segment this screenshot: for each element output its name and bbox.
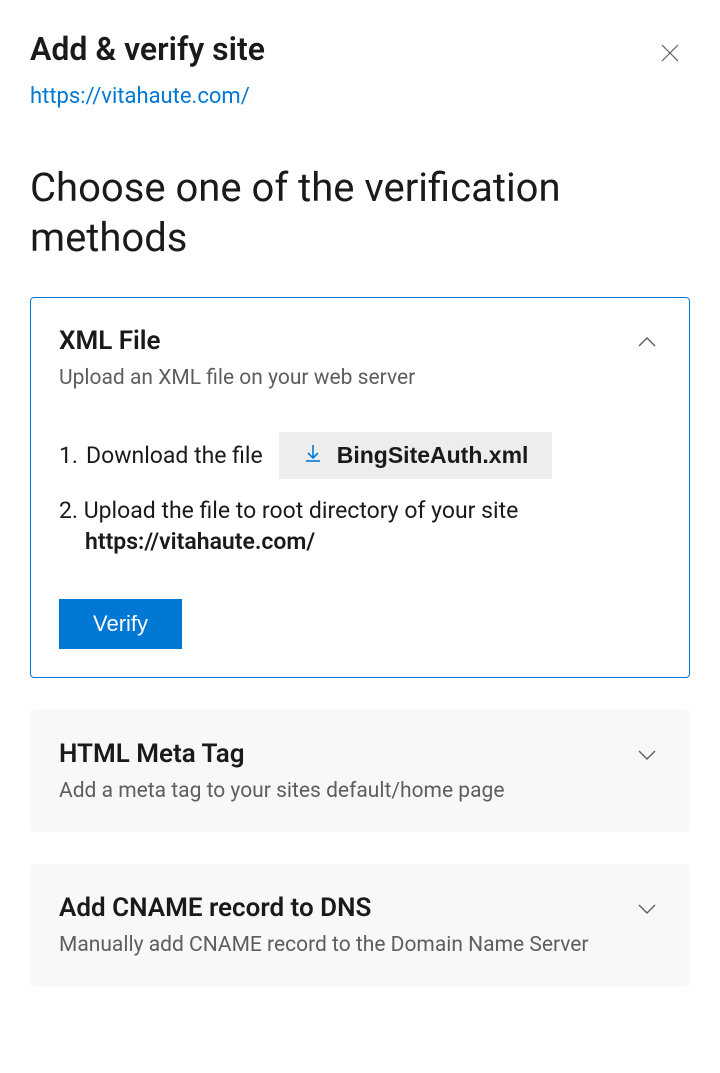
method-subtitle: Manually add CNAME record to the Domain … <box>59 933 633 957</box>
section-heading: Choose one of the verification methods <box>30 163 690 263</box>
chevron-up-icon <box>633 328 661 356</box>
step-text: Upload the file to root directory of you… <box>84 497 519 524</box>
step-number: 1. <box>59 442 78 469</box>
method-card-xml: XML File Upload an XML file on your web … <box>30 297 690 678</box>
step-number: 2. <box>59 497 78 524</box>
download-file-button[interactable]: BingSiteAuth.xml <box>279 432 553 479</box>
close-icon <box>660 43 680 66</box>
chevron-down-icon <box>633 741 661 769</box>
step-url: https://vitahaute.com/ <box>85 528 661 555</box>
method-header-meta[interactable]: HTML Meta Tag Add a meta tag to your sit… <box>59 739 661 803</box>
page-title: Add & verify site <box>30 30 265 68</box>
step-1: 1. Download the file BingSiteAuth.xml <box>59 432 661 479</box>
download-filename: BingSiteAuth.xml <box>337 442 529 469</box>
download-icon <box>303 442 323 469</box>
site-url-link[interactable]: https://vitahaute.com/ <box>30 84 250 109</box>
method-title: Add CNAME record to DNS <box>59 893 633 923</box>
method-card-meta: HTML Meta Tag Add a meta tag to your sit… <box>30 710 690 832</box>
method-title: HTML Meta Tag <box>59 739 633 769</box>
method-header-xml[interactable]: XML File Upload an XML file on your web … <box>59 326 661 390</box>
step-text: Download the file <box>86 442 263 469</box>
method-card-cname: Add CNAME record to DNS Manually add CNA… <box>30 864 690 986</box>
close-button[interactable] <box>650 34 690 74</box>
method-header-cname[interactable]: Add CNAME record to DNS Manually add CNA… <box>59 893 661 957</box>
verify-button[interactable]: Verify <box>59 599 182 649</box>
chevron-down-icon <box>633 895 661 923</box>
method-title: XML File <box>59 326 633 356</box>
method-subtitle: Add a meta tag to your sites default/hom… <box>59 779 633 803</box>
step-2: 2. Upload the file to root directory of … <box>59 497 661 555</box>
method-subtitle: Upload an XML file on your web server <box>59 366 633 390</box>
